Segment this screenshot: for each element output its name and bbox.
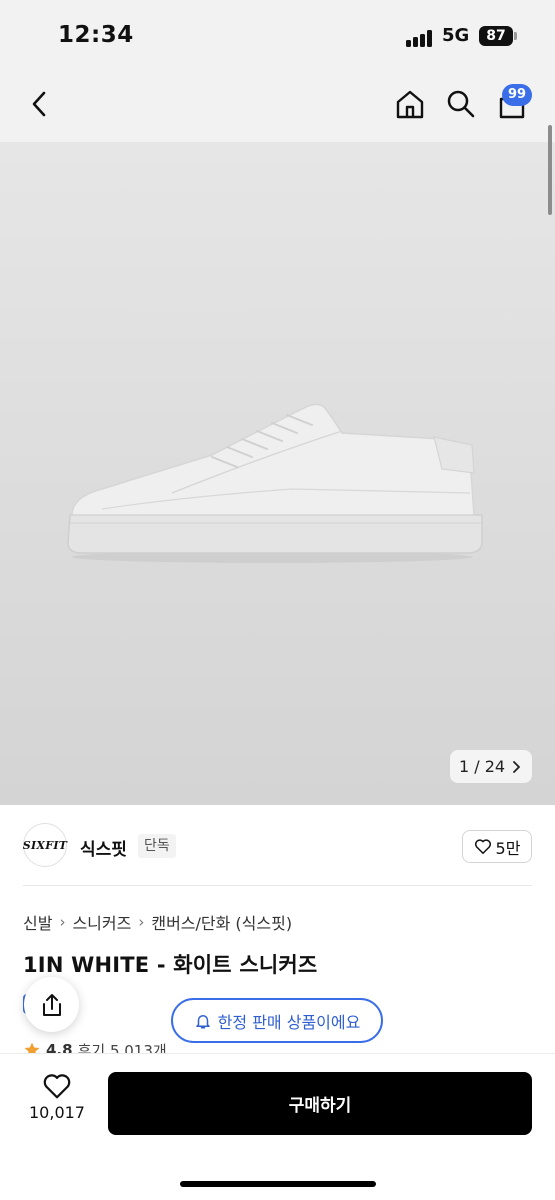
limited-sale-text: 한정 판매 상품이에요 bbox=[217, 1012, 361, 1032]
search-button[interactable] bbox=[441, 84, 481, 124]
search-icon bbox=[447, 90, 475, 118]
product-title: 1IN WHITE - 화이트 스니커즈 bbox=[23, 953, 318, 977]
breadcrumb-item[interactable]: 신발 bbox=[23, 910, 52, 934]
heart-icon bbox=[474, 839, 491, 854]
network-type: 5G bbox=[442, 25, 470, 46]
breadcrumb: 신발 › 스니커즈 › 캔버스/단화 (식스핏) bbox=[23, 910, 292, 934]
breadcrumb-item[interactable]: 스니커즈 bbox=[72, 910, 131, 934]
brand-logo-text: SIXFIT bbox=[22, 838, 68, 852]
status-bar: 12:34 5G 87 bbox=[0, 0, 555, 70]
chevron-right-icon: › bbox=[138, 913, 145, 931]
image-counter[interactable]: 1 / 24 bbox=[450, 750, 533, 783]
top-nav-bar bbox=[0, 70, 555, 142]
share-button[interactable] bbox=[24, 977, 79, 1032]
status-time: 12:34 bbox=[58, 22, 134, 48]
scrollbar[interactable] bbox=[548, 125, 552, 215]
product-image-gallery[interactable]: 1 / 24 bbox=[0, 142, 555, 805]
home-icon bbox=[396, 90, 424, 119]
wishlist-count: 10,017 bbox=[29, 1103, 85, 1122]
divider bbox=[23, 885, 532, 886]
chevron-right-icon: › bbox=[59, 913, 66, 931]
back-button[interactable] bbox=[20, 84, 60, 124]
chevron-left-icon bbox=[32, 91, 46, 117]
battery-icon: 87 bbox=[479, 26, 513, 46]
buy-button[interactable]: 구매하기 bbox=[108, 1072, 532, 1135]
home-indicator bbox=[180, 1181, 376, 1187]
exclusive-tag: 단독 bbox=[138, 834, 176, 858]
brand-row: SIXFIT 식스핏 단독 5만 bbox=[0, 805, 555, 887]
cart-count-badge: 99 bbox=[502, 84, 533, 106]
brand-like-button[interactable]: 5만 bbox=[462, 830, 532, 863]
limited-sale-notice[interactable]: 한정 판매 상품이에요 bbox=[171, 998, 383, 1043]
bottom-action-bar: 10,017 구매하기 bbox=[0, 1053, 555, 1200]
brand-logo[interactable]: SIXFIT bbox=[23, 823, 67, 867]
battery-tip bbox=[514, 32, 517, 40]
brand-name[interactable]: 식스핏 bbox=[80, 835, 127, 860]
breadcrumb-item[interactable]: 캔버스/단화 (식스핏) bbox=[151, 910, 292, 934]
brand-like-count: 5만 bbox=[495, 838, 521, 858]
home-button[interactable] bbox=[390, 84, 430, 124]
image-counter-text: 1 / 24 bbox=[459, 757, 506, 776]
heart-icon bbox=[43, 1074, 71, 1099]
cellular-signal-icon bbox=[406, 29, 434, 47]
product-image bbox=[67, 403, 483, 563]
buy-button-label: 구매하기 bbox=[288, 1096, 352, 1116]
wishlist-button[interactable]: 10,017 bbox=[22, 1072, 92, 1122]
bell-icon bbox=[195, 1014, 210, 1028]
chevron-right-icon bbox=[513, 760, 521, 773]
share-icon bbox=[42, 993, 61, 1016]
